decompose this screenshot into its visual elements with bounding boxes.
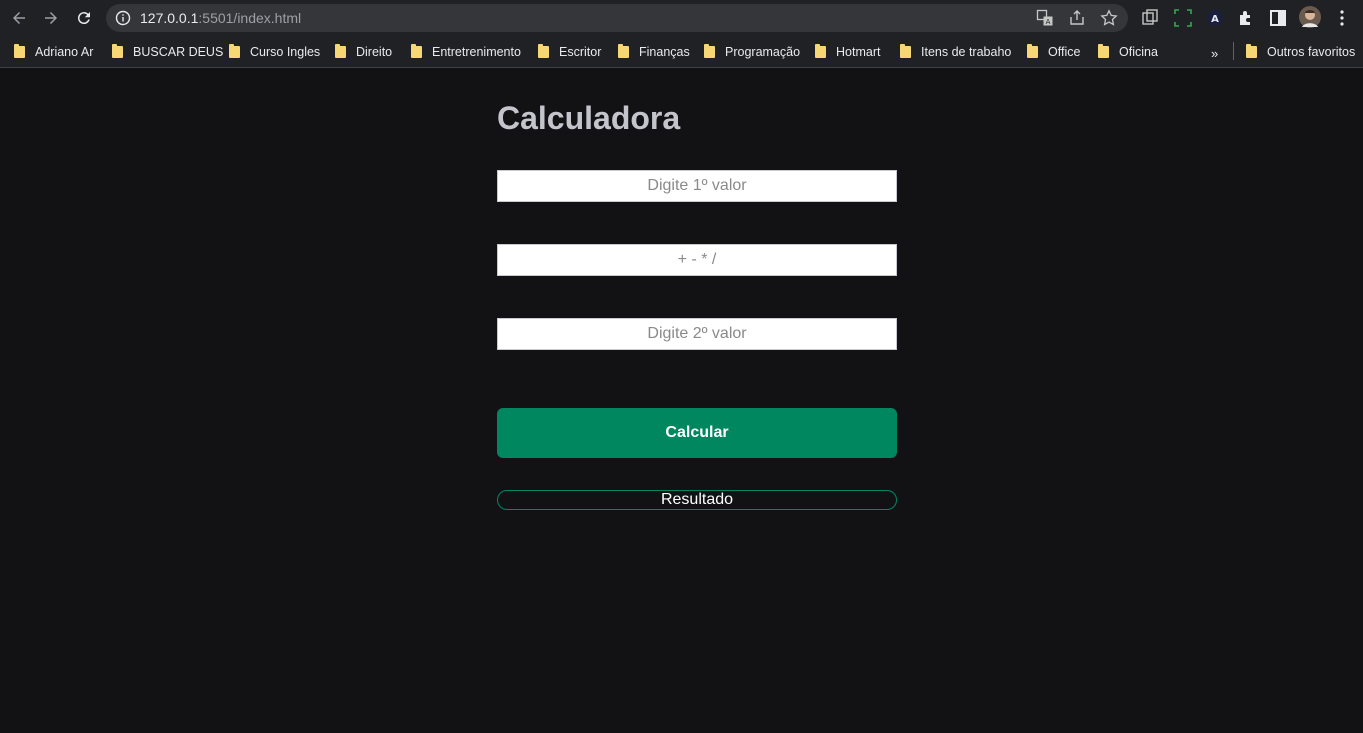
bookmark-label: Programação [725,45,801,59]
bookmark-label: BUSCAR DEUS [133,45,224,59]
bookmark-label: Outros favoritos [1267,45,1356,59]
svg-text:A: A [1046,18,1051,26]
bookmarks-divider [1233,42,1234,60]
folder-icon [900,44,911,58]
second-value-input[interactable] [497,318,897,350]
translate-icon[interactable]: A [1036,9,1054,27]
bookmark-folder[interactable]: Direito [335,42,392,62]
bookmark-folder[interactable]: BUSCAR DEUS [112,42,223,62]
url-text[interactable]: 127.0.0.1:5501/index.html [140,10,301,26]
calculate-button[interactable]: Calcular [497,408,897,458]
back-icon[interactable] [8,7,30,29]
bookmark-folder[interactable]: Escritor [538,42,601,62]
bookmark-folder[interactable]: Oficina [1098,42,1158,62]
folder-icon [411,44,422,58]
url-path: :5501/index.html [198,10,302,26]
avatar[interactable] [1299,6,1321,28]
result-output: Resultado [497,490,897,510]
star-icon[interactable] [1100,9,1118,27]
folder-icon [618,44,629,58]
folder-icon [14,44,25,58]
folder-icon [1246,44,1257,58]
folder-icon [229,44,240,58]
folder-icon [335,44,346,58]
folder-icon [815,44,826,58]
folder-icon [538,44,549,58]
bookmark-folder[interactable]: Entretrenimento [411,42,521,62]
menu-icon[interactable] [1332,8,1352,28]
bookmark-folder[interactable]: Office [1027,42,1080,62]
bookmark-label: Adriano Ar [35,45,94,59]
first-value-input[interactable] [497,170,897,202]
page-title: Calculadora [497,100,681,136]
folder-icon [1098,44,1109,58]
operator-input[interactable] [497,244,897,276]
bookmark-label: Itens de trabaho [921,45,1012,59]
tab-search-icon[interactable] [1140,8,1160,28]
address-bar[interactable]: 127.0.0.1:5501/index.html A [106,4,1128,32]
puzzle-icon[interactable] [1236,8,1256,28]
info-icon[interactable] [115,10,131,26]
bookmark-folder[interactable]: Adriano Ar [14,42,93,62]
bookmarks-bar: Adriano Ar BUSCAR DEUS Curso Ingles Dire… [0,36,1363,68]
bookmark-label: Oficina [1119,45,1158,59]
bookmark-label: Curso Ingles [250,45,321,59]
forward-icon[interactable] [40,7,62,29]
more-bookmarks-chevron-icon[interactable]: » [1211,46,1218,61]
bookmark-label: Escritor [559,45,602,59]
folder-icon [704,44,715,58]
bookmark-folder-other-favorites[interactable]: Outros favoritos [1246,42,1355,62]
svg-text:A: A [1211,14,1219,25]
bookmark-folder[interactable]: Curso Ingles [229,42,320,62]
folder-icon [112,44,123,58]
bookmark-folder[interactable]: Finanças [618,42,690,62]
bookmark-folder[interactable]: Hotmart [815,42,880,62]
browser-toolbar: 127.0.0.1:5501/index.html A A [0,0,1363,36]
url-host: 127.0.0.1 [140,10,199,26]
bookmark-folder[interactable]: Programação [704,42,800,62]
bookmark-label: Hotmart [836,45,881,59]
sidebar-icon[interactable] [1268,8,1288,28]
bookmark-label: Finanças [639,45,690,59]
extension-a-icon[interactable]: A [1205,8,1225,28]
share-icon[interactable] [1068,9,1086,27]
reload-icon[interactable] [73,7,95,29]
screenshot-icon[interactable] [1173,8,1193,28]
folder-icon [1027,44,1038,58]
bookmark-label: Office [1048,45,1081,59]
bookmark-folder[interactable]: Itens de trabaho [900,42,1011,62]
bookmark-label: Direito [356,45,393,59]
bookmark-label: Entretrenimento [432,45,521,59]
